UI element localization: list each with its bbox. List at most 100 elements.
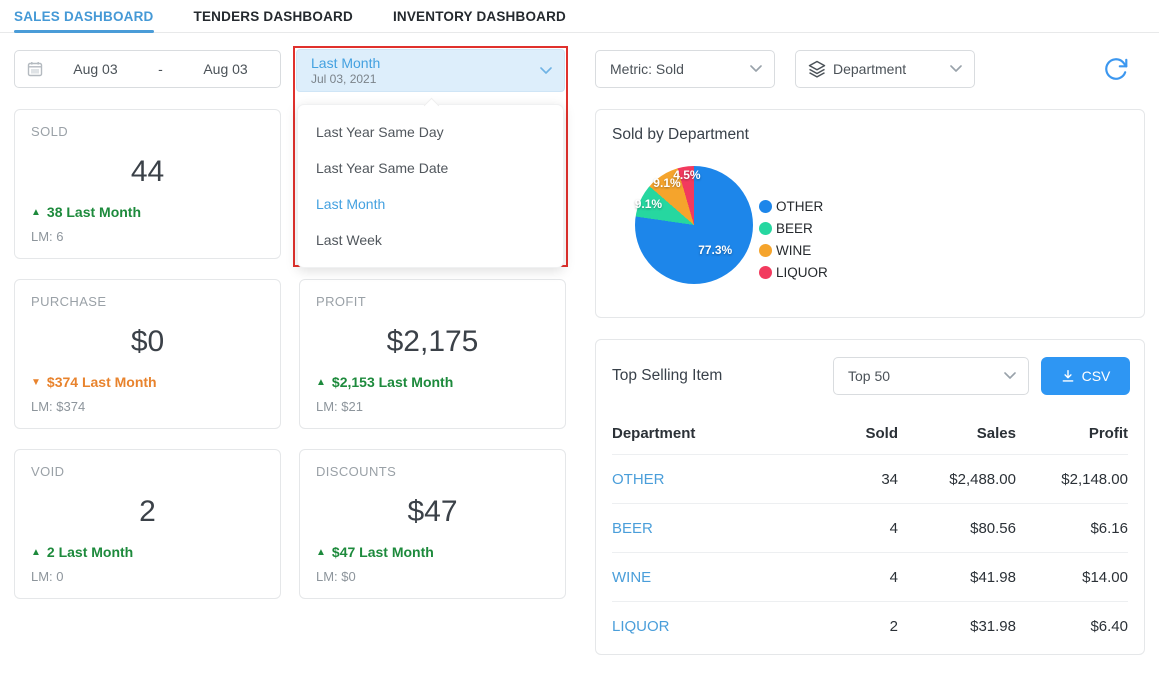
sales-cell: $2,488.00 <box>898 471 1016 488</box>
column-header-sales[interactable]: Sales <box>898 425 1016 442</box>
top-n-select[interactable]: Top 50 <box>833 357 1029 395</box>
trend-arrow-icon: ▲ <box>316 377 326 388</box>
stat-delta: ▲ $2,153 Last Month <box>316 374 453 390</box>
tab-inventory-dashboard[interactable]: INVENTORY DASHBOARD <box>393 0 566 32</box>
pie-slice-label: 77.3% <box>698 243 732 257</box>
column-header-sold[interactable]: Sold <box>798 425 898 442</box>
stat-value: $2,175 <box>316 325 549 359</box>
legend-dot <box>759 222 772 235</box>
stat-label: VOID <box>31 464 264 479</box>
tab-tenders-dashboard[interactable]: TENDERS DASHBOARD <box>194 0 353 32</box>
legend-label: WINE <box>776 243 811 258</box>
stat-value: 2 <box>31 495 264 529</box>
stat-card-discounts: DISCOUNTS $47 ▲ $47 Last Month LM: $0 <box>299 449 566 599</box>
compare-period-menu: Last Year Same Day Last Year Same Date L… <box>297 104 564 268</box>
stat-delta-text: 2 Last Month <box>47 544 133 560</box>
refresh-button[interactable] <box>1103 53 1135 85</box>
chevron-down-icon <box>540 67 552 75</box>
table-row: WINE 4 $41.98 $14.00 <box>612 552 1128 601</box>
pie-slice-label: 4.5% <box>673 168 700 182</box>
legend-item[interactable]: WINE <box>759 242 828 259</box>
trend-arrow-icon: ▼ <box>31 377 41 388</box>
chevron-down-icon <box>1004 372 1016 380</box>
trend-arrow-icon: ▲ <box>316 547 326 558</box>
stat-lm-text: LM: $374 <box>31 399 85 414</box>
profit-cell: $6.40 <box>1016 618 1128 635</box>
stat-lm-text: LM: 0 <box>31 569 64 584</box>
trend-arrow-icon: ▲ <box>31 547 41 558</box>
stat-lm-text: LM: 6 <box>31 229 64 244</box>
menu-item-last-year-same-day[interactable]: Last Year Same Day <box>298 114 563 150</box>
profit-cell: $14.00 <box>1016 569 1128 586</box>
top-selling-title: Top Selling Item <box>612 367 722 385</box>
department-link[interactable]: WINE <box>612 569 798 586</box>
date-to-value[interactable]: Aug 03 <box>203 61 247 77</box>
stat-value: 44 <box>31 155 264 189</box>
legend-dot <box>759 200 772 213</box>
calendar-icon <box>27 61 43 77</box>
chevron-down-icon <box>950 65 962 73</box>
sold-by-department-card: Sold by Department 77.3%9.1%9.1%4.5% OTH… <box>595 109 1145 318</box>
profit-cell: $2,148.00 <box>1016 471 1128 488</box>
sales-cell: $31.98 <box>898 618 1016 635</box>
stat-label: PURCHASE <box>31 294 264 309</box>
stat-card-purchase: PURCHASE $0 ▼ $374 Last Month LM: $374 <box>14 279 281 429</box>
stat-delta: ▲ 2 Last Month <box>31 544 133 560</box>
top-selling-table: Department Sold Sales Profit OTHER 34 $2… <box>596 412 1144 650</box>
stat-delta: ▲ 38 Last Month <box>31 204 141 220</box>
stat-value: $0 <box>31 325 264 359</box>
date-range-picker[interactable]: Aug 03 - Aug 03 <box>14 50 281 88</box>
compare-select-value: Last Month <box>311 55 540 72</box>
legend-dot <box>759 244 772 257</box>
legend-item[interactable]: LIQUOR <box>759 264 828 281</box>
legend-label: OTHER <box>776 199 823 214</box>
metric-select[interactable]: Metric: Sold <box>595 50 775 88</box>
column-header-profit[interactable]: Profit <box>1016 425 1128 442</box>
sales-cell: $80.56 <box>898 520 1016 537</box>
stat-card-profit: PROFIT $2,175 ▲ $2,153 Last Month LM: $2… <box>299 279 566 429</box>
date-from-value[interactable]: Aug 03 <box>73 61 117 77</box>
metric-select-value: Metric: Sold <box>610 61 750 77</box>
department-link[interactable]: LIQUOR <box>612 618 798 635</box>
legend-label: LIQUOR <box>776 265 828 280</box>
legend-item[interactable]: OTHER <box>759 198 828 215</box>
sales-cell: $41.98 <box>898 569 1016 586</box>
stat-lm-text: LM: $21 <box>316 399 363 414</box>
top-n-select-value: Top 50 <box>848 368 1004 384</box>
table-row: LIQUOR 2 $31.98 $6.40 <box>612 601 1128 650</box>
menu-item-last-month[interactable]: Last Month <box>298 186 563 222</box>
stat-label: DISCOUNTS <box>316 464 549 479</box>
compare-period-select[interactable]: Last Month Jul 03, 2021 <box>296 49 565 92</box>
sold-cell: 4 <box>798 520 898 537</box>
stat-delta-text: 38 Last Month <box>47 204 141 220</box>
sold-cell: 2 <box>798 618 898 635</box>
stat-card-void: VOID 2 ▲ 2 Last Month LM: 0 <box>14 449 281 599</box>
table-row: BEER 4 $80.56 $6.16 <box>612 503 1128 552</box>
stat-delta-text: $374 Last Month <box>47 374 157 390</box>
pie-chart[interactable]: 77.3%9.1%9.1%4.5% <box>635 166 753 284</box>
layers-icon <box>808 60 826 78</box>
menu-item-last-year-same-date[interactable]: Last Year Same Date <box>298 150 563 186</box>
grouping-select[interactable]: Department <box>795 50 975 88</box>
stat-label: PROFIT <box>316 294 549 309</box>
download-icon <box>1061 369 1075 383</box>
annotation-highlight-box: Last Month Jul 03, 2021 Last Year Same D… <box>293 46 568 267</box>
compare-select-subvalue: Jul 03, 2021 <box>311 72 540 86</box>
legend-item[interactable]: BEER <box>759 220 828 237</box>
sold-cell: 34 <box>798 471 898 488</box>
department-link[interactable]: OTHER <box>612 471 798 488</box>
stat-card-sold: SOLD 44 ▲ 38 Last Month LM: 6 <box>14 109 281 259</box>
table-header-row: Department Sold Sales Profit <box>612 412 1128 454</box>
column-header-department[interactable]: Department <box>612 425 798 442</box>
stat-delta: ▲ $47 Last Month <box>316 544 434 560</box>
stat-value: $47 <box>316 495 549 529</box>
legend-label: BEER <box>776 221 813 236</box>
csv-export-button[interactable]: CSV <box>1041 357 1130 395</box>
tab-sales-dashboard[interactable]: SALES DASHBOARD <box>14 0 154 32</box>
grouping-select-value: Department <box>833 61 943 77</box>
trend-arrow-icon: ▲ <box>31 207 41 218</box>
menu-item-last-week[interactable]: Last Week <box>298 222 563 258</box>
department-link[interactable]: BEER <box>612 520 798 537</box>
chart-title: Sold by Department <box>612 126 1128 144</box>
dashboard-tabbar: SALES DASHBOARD TENDERS DASHBOARD INVENT… <box>0 0 1159 33</box>
